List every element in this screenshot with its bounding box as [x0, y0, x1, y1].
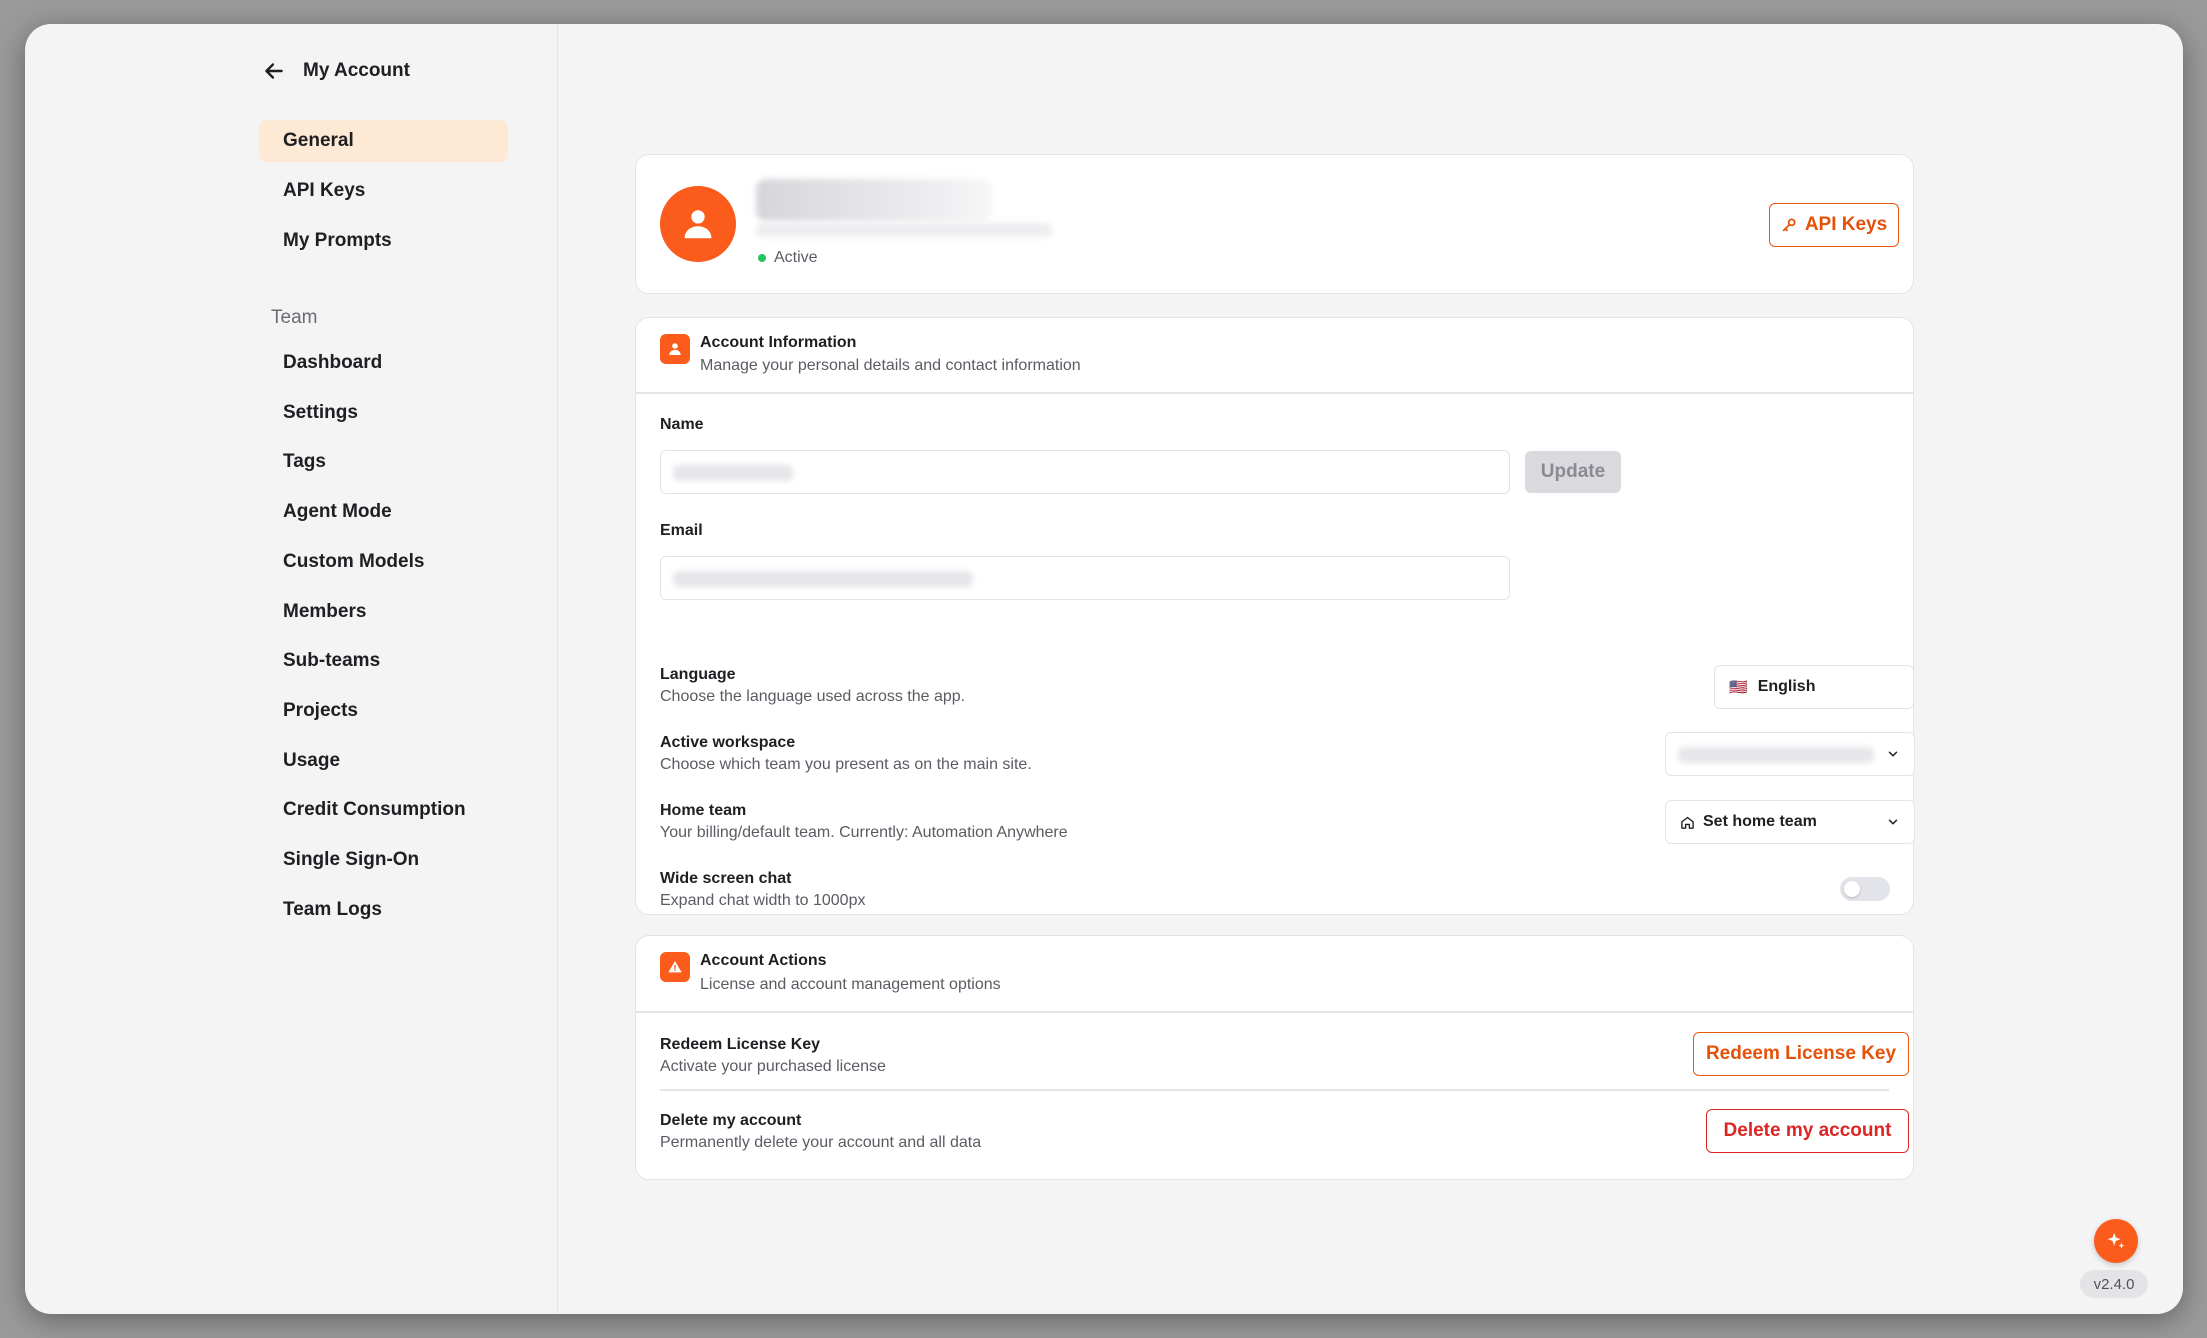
language-label: Language [660, 666, 736, 683]
language-select[interactable]: 🇺🇸 English [1714, 665, 1914, 709]
app-window: My Account General API Keys My Prompts T… [25, 24, 2183, 1314]
email-label: Email [660, 522, 703, 539]
name-value-redacted [673, 465, 793, 481]
name-label: Name [660, 416, 704, 433]
version-badge: v2.4.0 [2080, 1270, 2148, 1298]
home-team-description: Your billing/default team. Currently: Au… [660, 824, 1068, 841]
account-information-card: Account Information Manage your personal… [635, 317, 1915, 915]
section-icon-account-info [660, 334, 690, 364]
delete-account-label: Delete my account [660, 1112, 802, 1129]
update-button[interactable]: Update [1525, 451, 1621, 493]
warning-icon [668, 961, 682, 973]
workspace-value-redacted [1678, 747, 1874, 763]
sidebar-item-settings[interactable]: Settings [259, 392, 508, 434]
us-flag-icon: 🇺🇸 [1729, 679, 1748, 696]
profile-email-redacted [756, 223, 1052, 237]
chevron-down-icon [1888, 751, 1898, 757]
sidebar-item-custom-models[interactable]: Custom Models [259, 541, 508, 583]
status-badge: Active [758, 249, 818, 267]
profile-card: Active API Keys [635, 154, 1914, 294]
delete-my-account-button[interactable]: Delete my account [1706, 1109, 1909, 1153]
redeem-license-key-button[interactable]: Redeem License Key [1693, 1032, 1909, 1076]
sidebar-item-agent-mode[interactable]: Agent Mode [259, 491, 508, 533]
section-divider [636, 392, 1913, 394]
section-divider [636, 1011, 1913, 1013]
active-workspace-description: Choose which team you present as on the … [660, 756, 1032, 773]
avatar[interactable] [660, 186, 736, 262]
wide-screen-chat-label: Wide screen chat [660, 870, 792, 887]
arrow-left-icon [265, 63, 283, 79]
section-subtitle: Manage your personal details and contact… [700, 357, 1081, 374]
name-input[interactable] [660, 450, 1510, 494]
chevron-down-icon [1888, 819, 1898, 825]
assistant-fab[interactable] [2094, 1219, 2138, 1263]
home-icon [1681, 816, 1694, 829]
redeem-description: Activate your purchased license [660, 1058, 886, 1075]
back-link[interactable]: My Account [261, 58, 410, 84]
wide-screen-chat-toggle[interactable] [1840, 877, 1890, 901]
redeem-label: Redeem License Key [660, 1036, 821, 1053]
email-input[interactable] [660, 556, 1510, 600]
user-icon [669, 343, 681, 355]
team-section-label: Team [271, 307, 318, 328]
email-value-redacted [673, 571, 973, 587]
section-title: Account Information [700, 334, 857, 351]
key-icon [1782, 218, 1796, 232]
section-subtitle: License and account management options [700, 976, 1001, 993]
sidebar-item-dashboard[interactable]: Dashboard [259, 342, 508, 384]
sparkles-icon [2107, 1232, 2125, 1249]
home-team-select[interactable]: Set home team [1665, 800, 1915, 844]
sidebar-item-tags[interactable]: Tags [259, 441, 508, 483]
home-team-label: Home team [660, 802, 747, 819]
account-actions-card: Account Actions License and account mana… [635, 935, 1914, 1180]
active-workspace-label: Active workspace [660, 734, 796, 751]
api-keys-button[interactable]: API Keys [1769, 203, 1899, 247]
sidebar-item-my-prompts[interactable]: My Prompts [259, 220, 508, 262]
sidebar-item-members[interactable]: Members [259, 591, 508, 633]
language-description: Choose the language used across the app. [660, 688, 966, 705]
sidebar: My Account General API Keys My Prompts T… [25, 24, 558, 1314]
delete-account-description: Permanently delete your account and all … [660, 1134, 982, 1151]
sidebar-item-single-sign-on[interactable]: Single Sign-On [259, 839, 508, 881]
wide-screen-chat-description: Expand chat width to 1000px [660, 892, 866, 909]
status-dot-icon [758, 254, 766, 262]
user-icon [684, 210, 712, 239]
sidebar-item-usage[interactable]: Usage [259, 740, 508, 782]
sidebar-item-team-logs[interactable]: Team Logs [259, 889, 508, 931]
sidebar-item-projects[interactable]: Projects [259, 690, 508, 732]
row-divider [660, 1089, 1889, 1091]
sidebar-item-api-keys[interactable]: API Keys [259, 170, 508, 212]
section-icon-account-actions [660, 952, 690, 982]
toggle-knob [1844, 881, 1860, 897]
sidebar-item-general[interactable]: General [259, 120, 508, 162]
sidebar-item-sub-teams[interactable]: Sub-teams [259, 640, 508, 682]
section-title: Account Actions [700, 952, 827, 969]
profile-name-redacted [756, 179, 992, 221]
page-title: My Account [303, 60, 410, 81]
active-workspace-select[interactable] [1665, 732, 1915, 776]
main-content: Active API Keys Account Information Mana… [635, 24, 2183, 1314]
sidebar-item-credit-consumption[interactable]: Credit Consumption [259, 789, 508, 831]
